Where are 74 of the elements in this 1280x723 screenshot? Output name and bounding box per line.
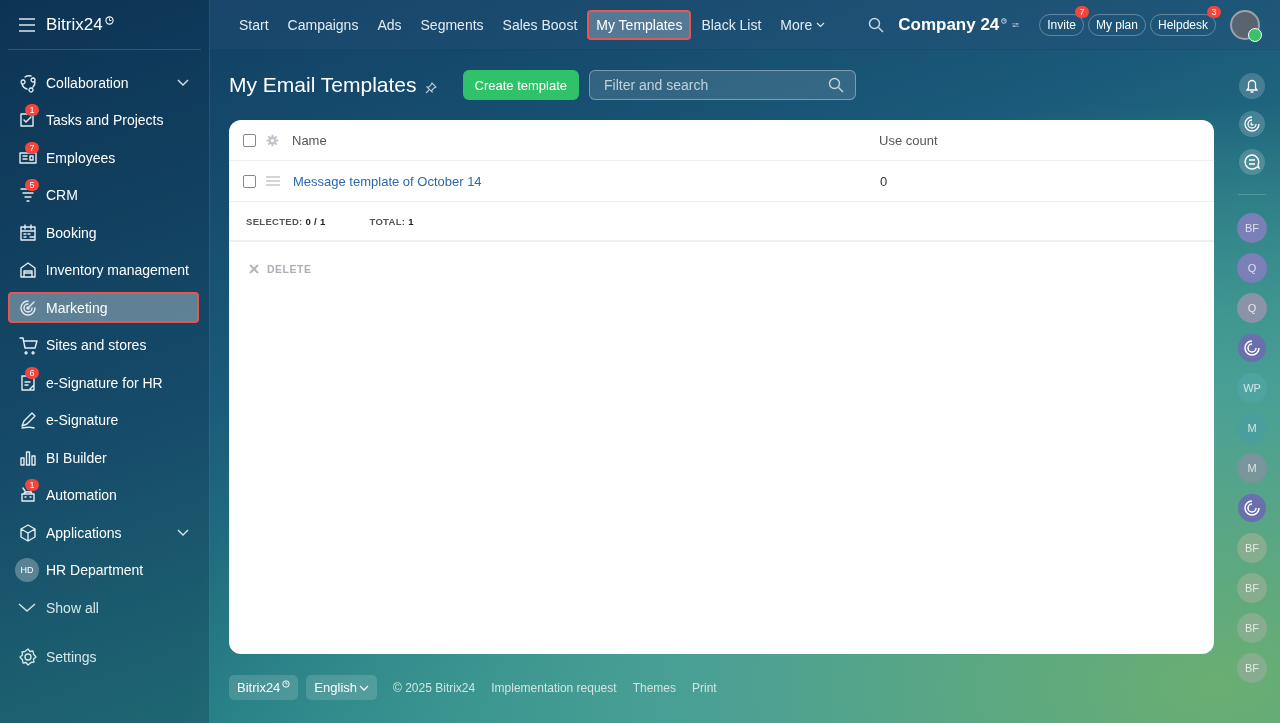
menu-item-icon [18, 260, 38, 280]
template-link[interactable]: Message template of October 14 [293, 173, 880, 189]
show-all-link[interactable]: Show all [8, 592, 199, 623]
menu-item-icon [18, 72, 38, 93]
sidebar-item[interactable]: 6 e-Signature for HR [8, 367, 199, 398]
table-cell: 0 [880, 173, 888, 189]
column-header[interactable]: Use count [879, 132, 938, 148]
more-menu[interactable]: More [771, 9, 835, 40]
search-icon[interactable] [868, 16, 885, 33]
nav-tab[interactable]: Segments [411, 9, 493, 40]
nav-tab[interactable]: Start [230, 9, 278, 40]
menu-item-icon [18, 297, 38, 318]
clock-icon [282, 680, 291, 688]
counter-badge: 1 [25, 104, 39, 116]
counter-badge: 7 [1074, 5, 1089, 18]
drag-handle-icon[interactable] [266, 176, 280, 186]
sidebar-item[interactable]: Booking [8, 217, 199, 248]
sidebar-item[interactable]: Marketing [8, 292, 199, 323]
chevron-down-icon [177, 528, 189, 537]
menu-item-icon [18, 222, 38, 243]
play-icon [1248, 27, 1262, 42]
counter-badge: 5 [25, 179, 39, 191]
footer-logo[interactable]: Bitrix24 [229, 675, 299, 700]
pin-icon[interactable] [424, 82, 437, 94]
settings-link[interactable]: Settings [8, 641, 199, 673]
sidebar-item[interactable]: HD HR Department [8, 554, 199, 586]
menu-item-icon [18, 372, 38, 393]
sidebar-item[interactable]: Inventory management [8, 254, 199, 286]
spiral-icon[interactable] [1237, 333, 1267, 363]
sidebar-item[interactable]: e-Signature [8, 404, 199, 436]
menu-icon[interactable] [18, 17, 36, 32]
nav-tab[interactable]: Black List [692, 9, 771, 40]
chevron-down-icon [18, 602, 36, 613]
chevron-down-icon [177, 78, 189, 87]
chevron-down-icon [359, 684, 369, 691]
user-avatar[interactable] [1230, 9, 1260, 40]
checkbox[interactable] [243, 133, 256, 147]
settings-icon [18, 647, 38, 667]
menu-item-icon [18, 410, 38, 430]
nav-tab[interactable]: Sales Boost [493, 9, 587, 40]
company-name[interactable]: Company 24 [898, 14, 1000, 35]
close-icon [249, 264, 259, 274]
menu-item-icon [18, 522, 38, 543]
nav-tab[interactable]: My Templates [587, 9, 692, 40]
sidebar-item[interactable]: Applications [8, 517, 199, 548]
bell-icon[interactable] [1238, 72, 1266, 100]
chevron-down-icon [816, 21, 826, 28]
sidebar-item[interactable]: 7 Employees [8, 142, 199, 173]
sidebar-item[interactable]: Sites and stores [8, 329, 199, 361]
nav-tab[interactable]: Ads [368, 9, 411, 40]
counter-badge: 6 [25, 366, 39, 379]
counter-badge: 1 [25, 479, 39, 491]
column-header[interactable]: Name [292, 132, 879, 148]
checkbox[interactable] [243, 174, 256, 188]
avatar-initials: HD [15, 558, 39, 582]
counter-badge: 3 [1207, 5, 1221, 18]
sidebar-item[interactable]: BI Builder [8, 442, 199, 473]
sidebar-item[interactable]: 1 Automation [8, 479, 199, 511]
spiral-icon[interactable] [1238, 110, 1266, 138]
total-count: TOTAL: 1 [369, 215, 414, 227]
sidebar-item[interactable]: Collaboration [8, 67, 199, 98]
counter-badge: 7 [25, 141, 39, 154]
chat-icon[interactable] [1238, 148, 1266, 176]
page-title: My Email Templates [229, 73, 417, 97]
sidebar-item[interactable]: 5 CRM [8, 179, 199, 211]
spiral-icon[interactable] [1237, 493, 1267, 523]
nav-tab[interactable]: Campaigns [278, 9, 368, 40]
logo[interactable]: Bitrix24 [46, 14, 103, 35]
clock-icon [104, 16, 114, 25]
menu-item-icon [18, 335, 38, 355]
clock-icon [1001, 16, 1008, 26]
sidebar-item[interactable]: 1 Tasks and Projects [8, 104, 199, 136]
selected-count: SELECTED: 0 / 1 [246, 215, 326, 227]
search-icon [828, 77, 844, 93]
